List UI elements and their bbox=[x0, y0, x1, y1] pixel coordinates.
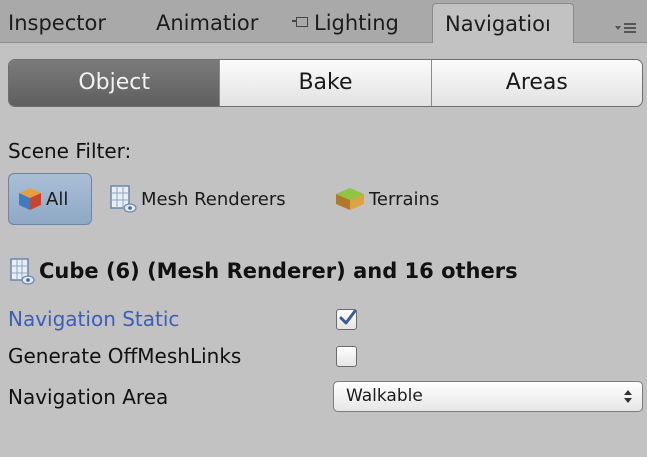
filter-all-button[interactable]: All bbox=[8, 173, 92, 225]
tab-animation[interactable]: Animatior bbox=[150, 5, 274, 41]
navigation-static-label: Navigation Static bbox=[8, 307, 180, 331]
navigation-area-label: Navigation Area bbox=[8, 385, 169, 409]
navigation-static-checkbox[interactable] bbox=[336, 309, 357, 330]
tab-navigation[interactable]: Navigatioı bbox=[432, 3, 574, 43]
tab-lighting[interactable]: Lighting bbox=[290, 5, 432, 41]
filter-mesh-renderers-label: Mesh Renderers bbox=[141, 188, 286, 210]
bake-tab-button[interactable]: Bake bbox=[219, 60, 430, 106]
tab-inspector[interactable]: Inspector bbox=[2, 5, 142, 41]
scene-filter-row: All Mesh Renderers Terrains bbox=[8, 173, 628, 225]
object-tab-button[interactable]: Object bbox=[9, 60, 220, 106]
navigation-area-dropdown[interactable]: Walkable bbox=[333, 381, 643, 412]
areas-tab-button[interactable]: Areas bbox=[430, 60, 642, 106]
filter-terrains-label: Terrains bbox=[369, 188, 440, 210]
cube-icon bbox=[19, 188, 41, 210]
lighting-icon bbox=[292, 17, 308, 27]
checkmark-icon bbox=[339, 309, 357, 325]
selected-objects-title: Cube (6) (Mesh Renderer) and 16 others bbox=[39, 259, 518, 283]
filter-all-label: All bbox=[46, 188, 69, 210]
navigation-window: Inspector Animatior Lighting Navigatioı … bbox=[0, 0, 647, 457]
selected-objects-header: Cube (6) (Mesh Renderer) and 16 others bbox=[8, 257, 518, 285]
dropdown-arrows-icon bbox=[624, 390, 632, 403]
scene-filter-label: Scene Filter: bbox=[8, 139, 132, 163]
mesh-renderer-icon bbox=[110, 185, 137, 213]
navigation-area-value: Walkable bbox=[346, 386, 423, 406]
panel-menu-icon[interactable] bbox=[615, 20, 637, 34]
mode-segmented-control: Object Bake Areas bbox=[8, 59, 643, 107]
generate-offmeshlinks-label: Generate OffMeshLinks bbox=[8, 344, 242, 368]
terrain-icon bbox=[336, 188, 364, 210]
tab-lighting-label: Lighting bbox=[314, 11, 399, 35]
mesh-renderer-icon bbox=[10, 258, 35, 285]
generate-offmeshlinks-checkbox[interactable] bbox=[336, 346, 357, 367]
filter-terrains-button[interactable]: Terrains bbox=[334, 173, 439, 225]
filter-mesh-renderers-button[interactable]: Mesh Renderers bbox=[108, 173, 286, 225]
tab-strip: Inspector Animatior Lighting Navigatioı bbox=[0, 0, 647, 43]
